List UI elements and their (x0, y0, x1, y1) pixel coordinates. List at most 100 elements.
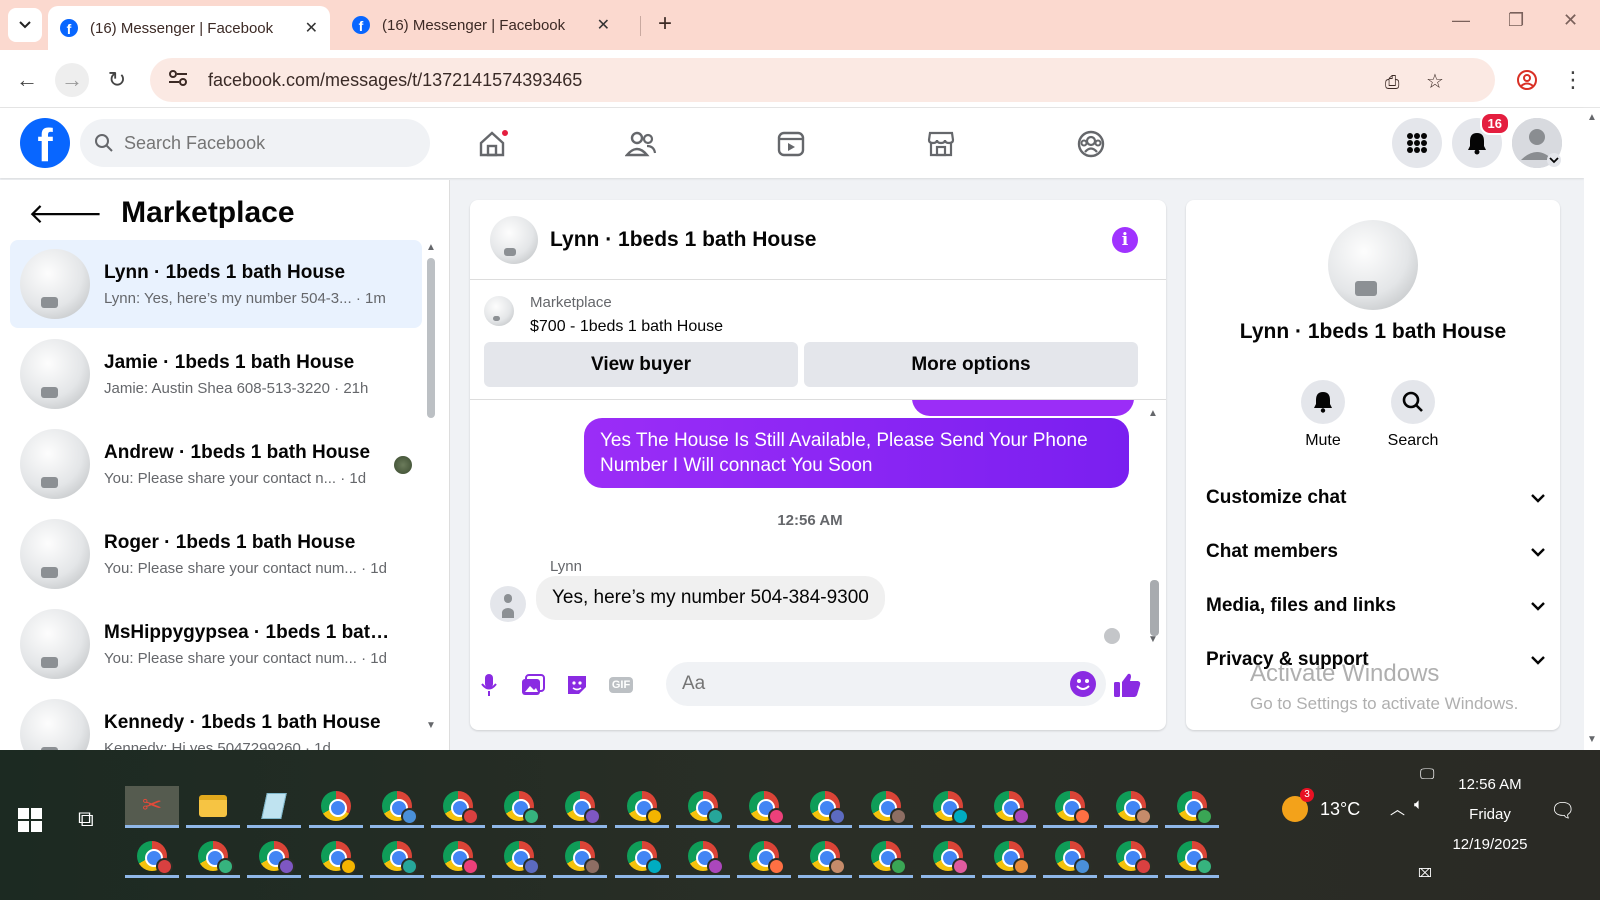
notepad-app[interactable] (247, 786, 302, 828)
conversation-item[interactable]: Roger · 1beds 1 bath House You: Please s… (10, 510, 422, 598)
chrome-profile-app[interactable] (492, 786, 547, 828)
chrome-profile-app[interactable] (553, 836, 608, 878)
account-button[interactable] (1512, 118, 1562, 168)
microphone-icon[interactable] (474, 670, 504, 700)
chrome-profile-app[interactable] (1104, 786, 1159, 828)
conversation-item[interactable]: Lynn · 1beds 1 bath House Lynn: Yes, her… (10, 240, 422, 328)
page-scrollbar[interactable]: ▲ ▼ (1584, 108, 1600, 750)
chrome-profile-app[interactable] (369, 786, 424, 828)
search-chat-button[interactable]: Search (1373, 380, 1453, 450)
minimize-icon[interactable]: — (1452, 10, 1470, 31)
chrome-profile-app[interactable] (675, 836, 730, 878)
network-icon[interactable]: 🖵︎ (1420, 766, 1434, 783)
scroll-down-icon[interactable]: ▼ (1587, 734, 1597, 745)
system-clock[interactable]: 12:56 AM Friday 12/19/2025 (1440, 770, 1540, 860)
sticker-icon[interactable] (562, 670, 592, 700)
chrome-profile-app[interactable] (1165, 786, 1220, 828)
back-button[interactable]: ← (10, 63, 44, 97)
listing-title[interactable]: $700 - 1beds 1 bath House (530, 318, 723, 336)
chrome-profile-app[interactable] (614, 786, 669, 828)
chrome-profile-app[interactable] (737, 836, 791, 878)
weather-widget[interactable]: 3 13°C (1282, 788, 1360, 822)
profile-icon[interactable] (1510, 63, 1544, 97)
chrome-profile-app[interactable] (920, 786, 975, 828)
close-tab-icon[interactable]: ✕ (305, 18, 318, 38)
chrome-profile-app[interactable] (859, 836, 914, 878)
chrome-profile-app[interactable] (1104, 836, 1159, 878)
chrome-profile-app[interactable] (1043, 836, 1097, 878)
scrollbar-thumb[interactable] (1150, 580, 1159, 636)
chrome-profile-app[interactable] (492, 836, 547, 878)
snipping-tool-app[interactable]: ✂ (125, 786, 179, 828)
new-tab-button[interactable]: + (650, 10, 680, 40)
windows-start-icon[interactable] (18, 808, 42, 832)
home-nav[interactable] (470, 122, 514, 166)
chrome-profile-app[interactable] (247, 836, 302, 878)
close-window-icon[interactable]: ✕ (1563, 10, 1578, 31)
close-tab-icon[interactable]: ✕ (597, 15, 610, 35)
chrome-profile-app[interactable] (308, 836, 363, 878)
conversation-item[interactable]: Jamie · 1beds 1 bath House Jamie: Austin… (10, 330, 422, 418)
scroll-down-icon[interactable]: ▼ (426, 720, 436, 731)
chrome-profile-app[interactable] (798, 786, 853, 828)
chat-title[interactable]: Lynn · 1beds 1 bath House (550, 228, 816, 252)
reload-button[interactable]: ↻ (100, 63, 134, 97)
thumbs-up-icon[interactable] (1112, 670, 1142, 700)
chrome-profile-app[interactable] (431, 786, 485, 828)
customize-chat-row[interactable]: Customize chat (1206, 478, 1546, 518)
chrome-profile-app[interactable] (431, 836, 485, 878)
mute-button[interactable]: Mute (1283, 380, 1363, 450)
chrome-profile-app[interactable] (737, 786, 791, 828)
gaming-nav[interactable] (1069, 122, 1113, 166)
restore-icon[interactable]: ❐ (1508, 10, 1524, 31)
media-files-links-row[interactable]: Media, files and links (1206, 586, 1546, 626)
chrome-profile-app[interactable] (125, 836, 179, 878)
forward-button[interactable]: → (55, 63, 89, 97)
scroll-up-icon[interactable]: ▲ (1587, 112, 1597, 123)
bookmark-star-icon[interactable]: ☆ (1426, 69, 1444, 94)
conversation-list-scrollbar[interactable]: ▲ ▼ (426, 242, 436, 742)
emoji-icon[interactable] (1070, 671, 1096, 697)
browser-tab[interactable]: f (16) Messenger | Facebook ✕ (340, 6, 622, 44)
watch-nav[interactable] (769, 122, 813, 166)
tab-search-dropdown[interactable] (8, 8, 42, 42)
chrome-profile-app[interactable] (308, 786, 363, 828)
chrome-profile-app[interactable] (859, 786, 914, 828)
profile-avatar[interactable] (1328, 220, 1418, 310)
conversation-item[interactable]: MsHippygypsea · 1beds 1 bath H... You: P… (10, 600, 422, 688)
menu-button[interactable] (1392, 118, 1442, 168)
chrome-profile-app[interactable] (186, 836, 241, 878)
show-hidden-icons-icon[interactable]: ︿ (1390, 798, 1405, 819)
message-input-box[interactable] (666, 662, 1106, 706)
chrome-profile-app[interactable] (614, 836, 669, 878)
message-input[interactable] (682, 673, 1052, 695)
more-options-button[interactable]: More options (804, 342, 1138, 387)
chrome-profile-app[interactable] (675, 786, 730, 828)
chrome-profile-app[interactable] (1043, 786, 1097, 828)
speaker-icon[interactable]: 🔈︎ (1414, 796, 1423, 813)
input-indicator-icon[interactable]: ⌧ (1418, 866, 1432, 880)
chrome-profile-app[interactable] (920, 836, 975, 878)
friends-nav[interactable] (619, 122, 663, 166)
chrome-profile-app[interactable] (1165, 836, 1220, 878)
gif-icon[interactable]: GIF (606, 670, 636, 700)
address-bar[interactable]: facebook.com/messages/t/1372141574393465… (150, 58, 1495, 102)
back-arrow-icon[interactable]: 🡐 (28, 196, 103, 230)
scroll-up-icon[interactable]: ▲ (426, 242, 436, 253)
view-buyer-button[interactable]: View buyer (484, 342, 798, 387)
task-view-icon[interactable]: ⧉ (78, 806, 94, 832)
chrome-profile-app[interactable] (981, 786, 1036, 828)
browser-menu-icon[interactable]: ⋮ (1556, 63, 1590, 97)
site-settings-icon[interactable] (168, 69, 188, 92)
scroll-down-icon[interactable]: ▼ (1148, 634, 1158, 645)
chrome-profile-app[interactable] (553, 786, 608, 828)
facebook-search[interactable] (80, 119, 430, 167)
install-app-icon[interactable]: ⎙ (1385, 72, 1399, 93)
browser-tab-active[interactable]: f (16) Messenger | Facebook ✕ (48, 6, 330, 50)
chrome-profile-app[interactable] (369, 836, 424, 878)
scrollbar-thumb[interactable] (427, 258, 435, 418)
notifications-button[interactable]: 16 (1452, 112, 1510, 168)
conversation-item[interactable]: Andrew · 1beds 1 bath House You: Please … (10, 420, 422, 508)
chrome-profile-app[interactable] (981, 836, 1036, 878)
conversation-item[interactable]: Kennedy · 1beds 1 bath House Kennedy: Hi… (10, 690, 422, 750)
